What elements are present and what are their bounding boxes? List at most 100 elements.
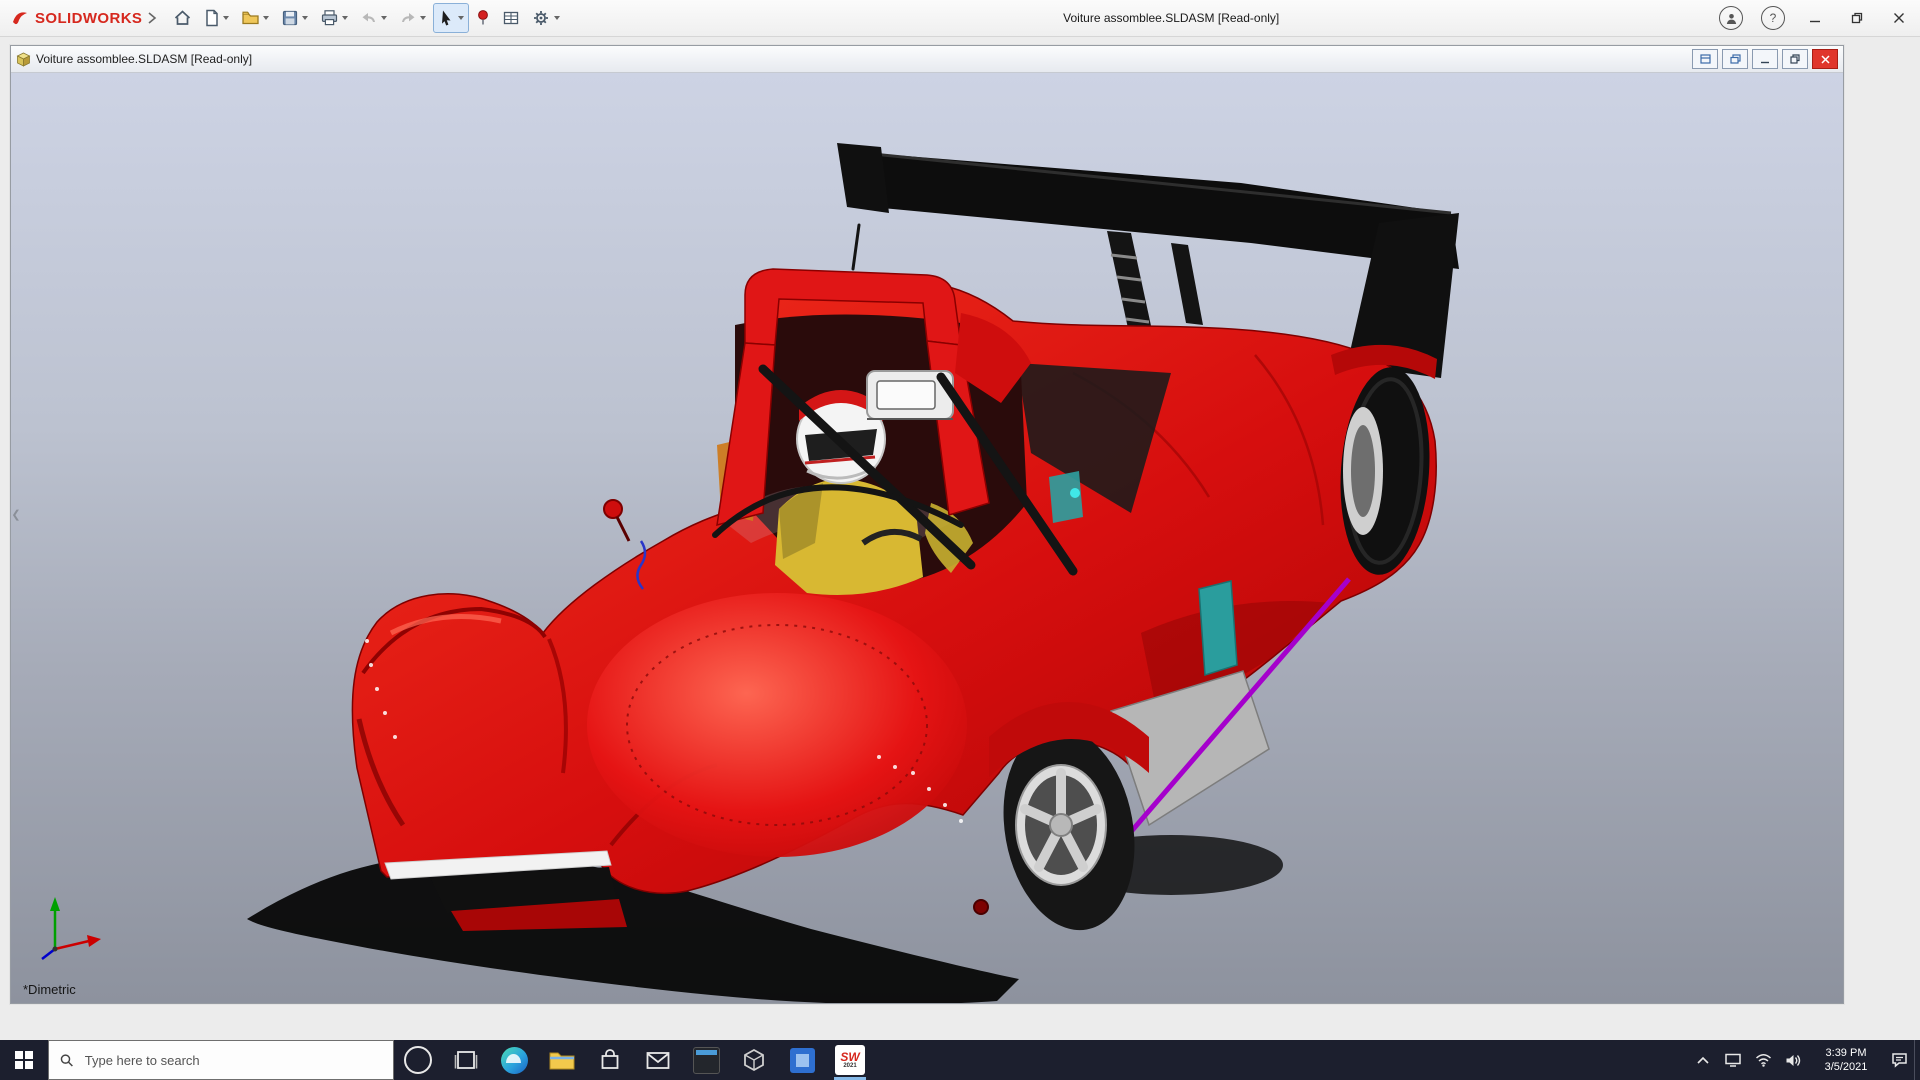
select-tool-button[interactable] xyxy=(433,3,470,33)
system-tray: 3:39 PM 3/5/2021 xyxy=(1688,1040,1920,1080)
viewer-icon xyxy=(744,1048,764,1072)
taskbar: SW 2021 3:39 PM 3 xyxy=(0,1040,1920,1080)
help-button[interactable]: ? xyxy=(1752,0,1794,36)
action-center-button[interactable] xyxy=(1884,1040,1914,1080)
dropdown-caret xyxy=(263,16,270,20)
file-properties-icon xyxy=(504,11,519,25)
cascade-window-button[interactable] xyxy=(1722,49,1748,69)
window-controls: ? xyxy=(1710,0,1920,36)
dropdown-caret xyxy=(342,16,349,20)
store-icon xyxy=(601,1049,619,1069)
tray-expand-button[interactable] xyxy=(1688,1040,1718,1080)
taskbar-search[interactable] xyxy=(48,1040,394,1080)
feature-panel-expander[interactable]: ❮ xyxy=(11,501,21,529)
file-explorer-icon xyxy=(549,1052,575,1070)
task-view-button[interactable] xyxy=(442,1040,490,1080)
cortana-button[interactable] xyxy=(394,1040,442,1080)
undo-button[interactable] xyxy=(355,3,392,33)
minimize-button[interactable] xyxy=(1794,0,1836,36)
open-folder-icon xyxy=(242,11,259,25)
redo-icon xyxy=(402,13,415,22)
side-mirror xyxy=(603,499,623,519)
new-document-button[interactable] xyxy=(199,3,234,33)
rebuild-button[interactable] xyxy=(471,3,495,33)
select-arrow-icon xyxy=(442,10,451,26)
clock-date: 3/5/2021 xyxy=(1824,1061,1868,1073)
print-icon xyxy=(322,10,338,26)
wifi-icon xyxy=(1755,1054,1771,1067)
clock-time: 3:39 PM xyxy=(1825,1046,1867,1059)
viewport-canvas[interactable]: *Dimetric ❮ xyxy=(11,73,1843,1003)
redo-button[interactable] xyxy=(394,3,431,33)
x-axis xyxy=(54,939,90,951)
document-window: Voiture assomblee.SLDASM [Read-only] *Di… xyxy=(10,45,1844,1004)
taskbar-clock[interactable]: 3:39 PM 3/5/2021 xyxy=(1808,1040,1884,1080)
edge-button[interactable] xyxy=(490,1040,538,1080)
volume-tray-button[interactable] xyxy=(1778,1040,1808,1080)
dropdown-caret xyxy=(381,16,388,20)
car-render[interactable] xyxy=(11,73,1843,1003)
dropdown-caret xyxy=(302,16,309,20)
display-icon xyxy=(1725,1053,1741,1067)
dropdown-caret xyxy=(223,16,230,20)
doc-restore-button[interactable] xyxy=(1782,49,1808,69)
dropdown-caret xyxy=(458,16,465,20)
document-window-buttons xyxy=(1688,49,1838,69)
maximize-button[interactable] xyxy=(1836,0,1878,36)
network-tray-button[interactable] xyxy=(1748,1040,1778,1080)
save-button[interactable] xyxy=(276,3,313,33)
task-view-icon xyxy=(454,1051,478,1069)
restore-icon xyxy=(1851,12,1863,24)
show-desktop-button[interactable] xyxy=(1914,1040,1920,1080)
search-icon xyxy=(60,1053,73,1067)
home-button[interactable] xyxy=(168,3,197,33)
close-icon xyxy=(1894,13,1904,23)
start-button[interactable] xyxy=(0,1040,48,1080)
media-app-icon xyxy=(789,1047,815,1073)
terminal-button[interactable] xyxy=(682,1040,730,1080)
media-app-button[interactable] xyxy=(778,1040,826,1080)
doc-minimize-button[interactable] xyxy=(1752,49,1778,69)
edge-icon xyxy=(500,1046,528,1074)
chevron-right-icon[interactable] xyxy=(147,12,157,24)
save-icon xyxy=(283,10,298,26)
assembly-cube-icon xyxy=(16,52,31,67)
solidworks-taskbar-button[interactable]: SW 2021 xyxy=(826,1040,874,1080)
store-button[interactable] xyxy=(586,1040,634,1080)
chevron-up-icon xyxy=(1697,1056,1709,1064)
rear-wheel-near xyxy=(989,702,1149,931)
search-input[interactable] xyxy=(82,1051,382,1069)
mail-button[interactable] xyxy=(634,1040,682,1080)
solidworks-app-icon: SW 2021 xyxy=(835,1045,865,1075)
open-button[interactable] xyxy=(236,3,274,33)
gear-icon xyxy=(534,11,549,25)
tile-window-button[interactable] xyxy=(1692,49,1718,69)
windows-logo-icon xyxy=(15,1051,33,1069)
doc-close-button[interactable] xyxy=(1812,49,1838,69)
viewer-button[interactable] xyxy=(730,1040,778,1080)
minimize-icon xyxy=(1810,20,1820,23)
file-properties-button[interactable] xyxy=(497,3,525,33)
terminal-icon xyxy=(692,1046,720,1074)
app-titlebar: SOLIDWORKS Voiture assomblee.SLDASM [Rea… xyxy=(0,0,1920,37)
close-button[interactable] xyxy=(1878,0,1920,36)
help-icon: ? xyxy=(1761,6,1785,30)
document-titlebar[interactable]: Voiture assomblee.SLDASM [Read-only] xyxy=(11,46,1843,73)
action-center-icon xyxy=(1891,1053,1907,1068)
ds-logo-icon xyxy=(13,12,27,25)
dropdown-caret xyxy=(554,16,561,20)
dropdown-caret xyxy=(420,16,427,20)
cortana-icon xyxy=(404,1046,432,1074)
rebuild-icon xyxy=(478,10,489,25)
brand-text: SOLIDWORKS xyxy=(35,9,143,27)
options-button[interactable] xyxy=(527,3,565,33)
account-button[interactable] xyxy=(1710,0,1752,36)
new-document-icon xyxy=(206,9,219,27)
solidworks-logo: SOLIDWORKS xyxy=(0,8,167,28)
print-button[interactable] xyxy=(315,3,353,33)
file-explorer-button[interactable] xyxy=(538,1040,586,1080)
orientation-triad[interactable] xyxy=(33,889,113,969)
app-window-title: Voiture assomblee.SLDASM [Read-only] xyxy=(1063,11,1280,25)
home-icon xyxy=(175,10,191,25)
display-tray-button[interactable] xyxy=(1718,1040,1748,1080)
